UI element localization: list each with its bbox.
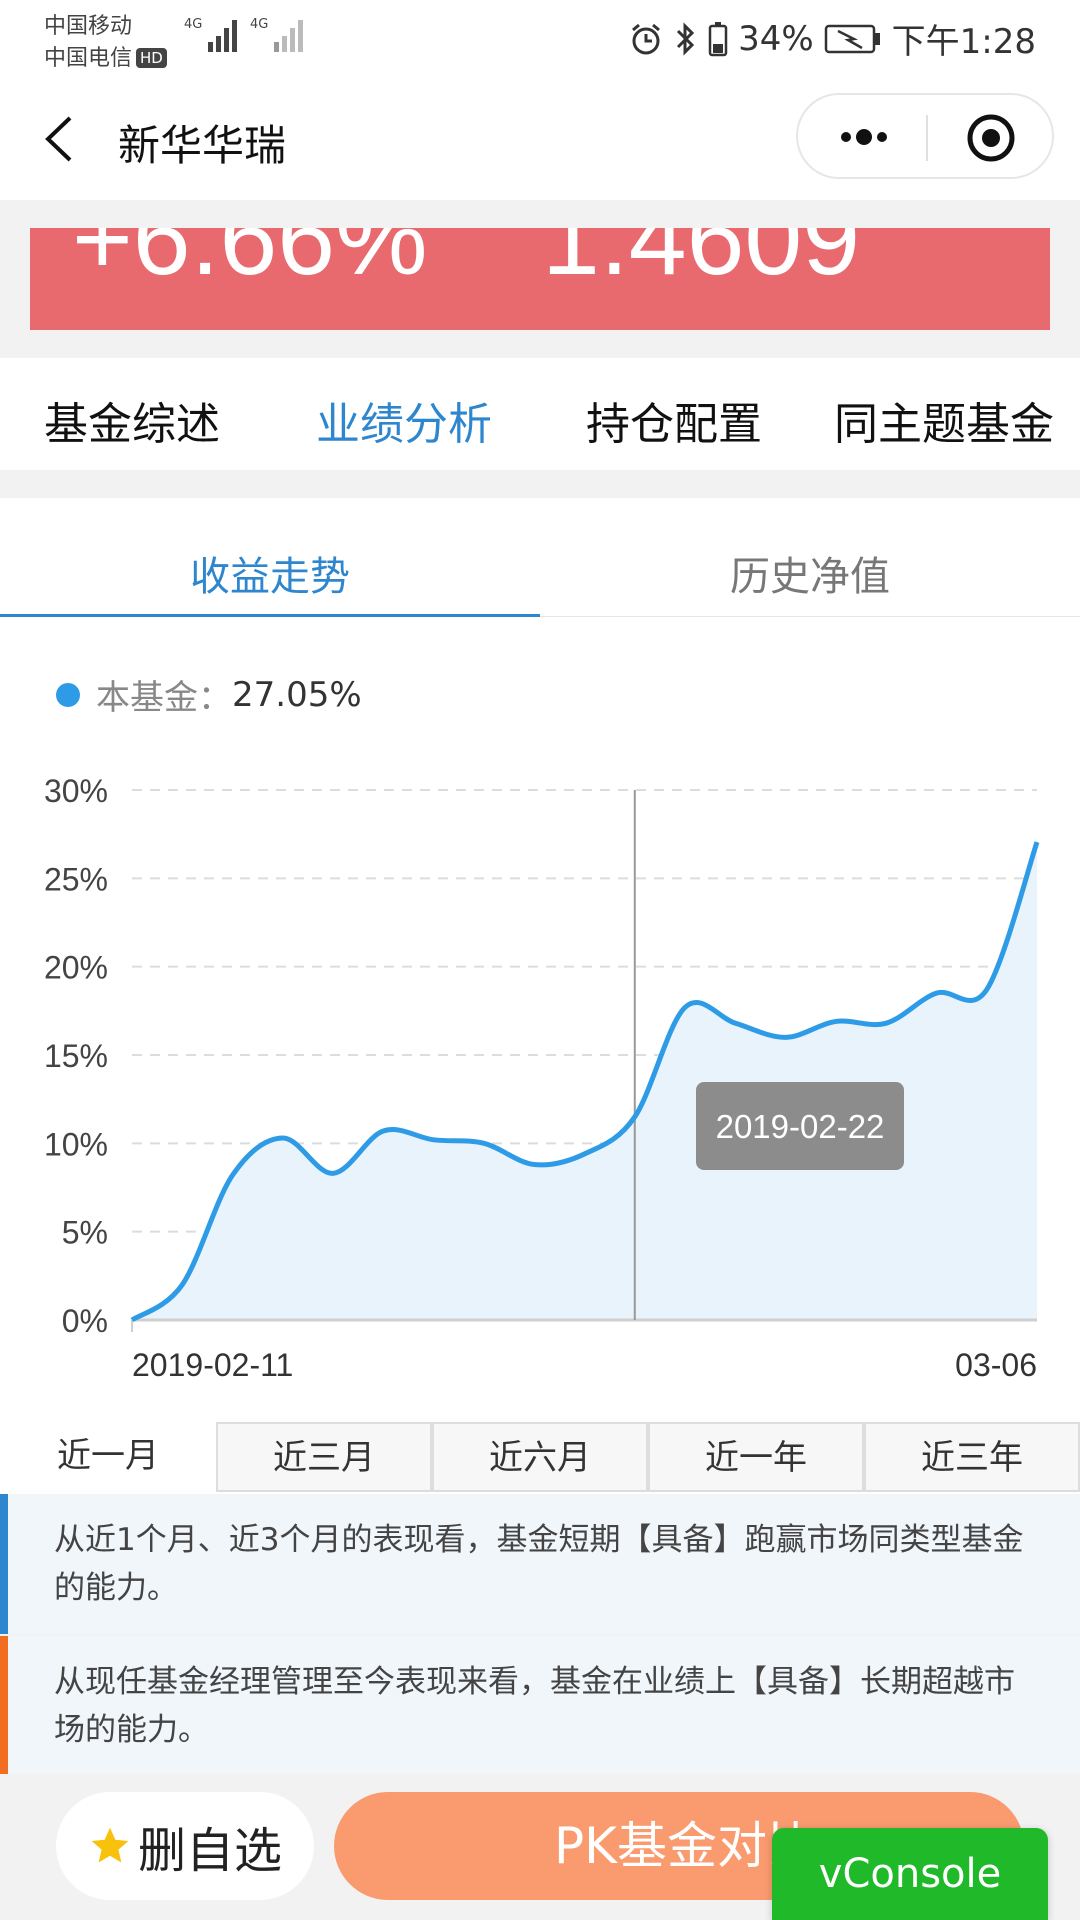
x-tick-label-end: 03-06 [955, 1347, 1037, 1383]
series-area [132, 842, 1037, 1320]
period-3y[interactable]: 近三年 [864, 1422, 1080, 1492]
y-tick-label: 10% [44, 1126, 108, 1162]
carrier-secondary: 中国电信 HD [44, 40, 167, 72]
subtab-return-trend[interactable]: 收益走势 [0, 544, 540, 602]
y-tick-label: 25% [44, 861, 108, 897]
capsule-divider [926, 115, 928, 161]
period-6m[interactable]: 近六月 [432, 1422, 648, 1492]
legend-value: 27.05% [232, 674, 362, 715]
legend-label: 本基金： [96, 678, 232, 718]
battery-icon [708, 21, 728, 56]
subtab-history-nav[interactable]: 历史净值 [540, 544, 1080, 602]
carrier-primary: 中国移动 [44, 14, 133, 39]
status-right: 34% 下午1:28 [628, 14, 1036, 63]
note-accent-bar [0, 1494, 8, 1634]
y-tick-label: 20% [44, 950, 108, 986]
fund-summary-banner: +6.66% 1.4609 [30, 228, 1050, 330]
x-tick-label-start: 2019-02-11 [132, 1347, 293, 1383]
banner-area: +6.66% 1.4609 [0, 200, 1080, 358]
period-selector: 近一月 近三月 近六月 近一年 近三年 [0, 1422, 1080, 1492]
tab-same-theme[interactable]: 同主题基金 [834, 388, 1054, 452]
return-chart[interactable]: 0% 5% 10% 15% 20% 25% 30% 2019-02-22 2019-02-11 0… [0, 728, 1080, 1408]
analysis-note-long-term: 从现任基金经理管理至今表现来看，基金在业绩上【具备】长期超越市场的能力。 [0, 1636, 1080, 1774]
chart-legend: 本基金： 27.05% [56, 670, 362, 719]
carrier-secondary-label: 中国电信 [44, 46, 133, 71]
cursor-tooltip-label: 2019-02-22 [716, 1108, 885, 1145]
note-accent-bar [0, 1636, 8, 1774]
y-tick-label: 5% [62, 1215, 108, 1251]
signal-4g-icon: 4G [184, 17, 237, 52]
note-text: 从现任基金经理管理至今表现来看，基金在业绩上【具备】长期超越市场的能力。 [54, 1664, 1015, 1748]
vconsole-button[interactable]: vConsole [772, 1828, 1048, 1920]
legend-dot [56, 682, 80, 707]
tab-overview[interactable]: 基金综述 [44, 388, 220, 452]
main-tabs: 基金综述 业绩分析 持仓配置 同主题基金 [0, 358, 1080, 470]
signal-4g-weak-icon: 4G [250, 17, 303, 52]
net2-label: 4G [250, 17, 268, 32]
back-arrow-icon[interactable] [40, 114, 80, 164]
subtab-divider [540, 616, 1080, 617]
battery-percent: 34% [738, 18, 814, 59]
y-tick-label: 0% [62, 1303, 108, 1339]
status-bar: 中国移动 中国电信 HD 4G 4G 34% 下午1:28 [0, 0, 1080, 78]
period-1m[interactable]: 近一月 [0, 1422, 216, 1492]
net-value: 1.4609 [542, 228, 861, 297]
subtab-indicator [0, 614, 540, 617]
close-target-icon[interactable] [966, 113, 1016, 163]
star-icon [91, 1827, 129, 1863]
nav-bar: 新华华瑞 [0, 78, 1080, 200]
remove-favorite-label: 删自选 [137, 1823, 282, 1879]
alarm-icon [632, 23, 661, 54]
y-tick-label: 15% [44, 1038, 108, 1074]
net1-label: 4G [184, 17, 202, 32]
power-saving-icon [824, 24, 880, 53]
tab-performance[interactable]: 业绩分析 [316, 388, 492, 452]
page-title: 新华华瑞 [118, 121, 287, 170]
period-3m[interactable]: 近三月 [216, 1422, 432, 1492]
note-text: 从近1个月、近3个月的表现看，基金短期【具备】跑赢市场同类型基金的能力。 [54, 1522, 1024, 1606]
clock: 下午1:28 [891, 22, 1036, 62]
hd-badge: HD [136, 48, 167, 68]
daily-change: +6.66% [72, 228, 428, 297]
bluetooth-icon [677, 21, 695, 56]
period-1y[interactable]: 近一年 [648, 1422, 864, 1492]
tab-holdings[interactable]: 持仓配置 [586, 388, 762, 452]
analysis-note-short-term: 从近1个月、近3个月的表现看，基金短期【具备】跑赢市场同类型基金的能力。 [0, 1494, 1080, 1634]
remove-favorite-button[interactable]: 删自选 [56, 1792, 314, 1900]
y-tick-label: 30% [44, 773, 108, 809]
more-dots-icon[interactable] [836, 117, 892, 157]
performance-card: 收益走势 历史净值 本基金： 27.05% 0% 5% 10% 15% 20% 25% 30… [0, 498, 1080, 1494]
mini-program-capsule [796, 93, 1054, 179]
